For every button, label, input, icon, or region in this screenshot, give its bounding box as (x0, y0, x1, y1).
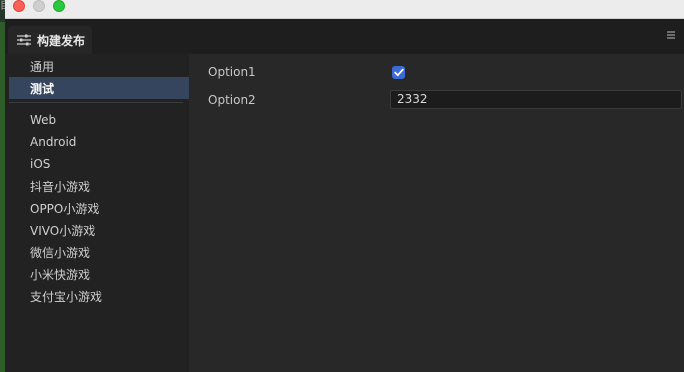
sidebar-item-label: 微信小游戏 (30, 245, 91, 260)
minimize-window-button[interactable] (33, 0, 45, 12)
zoom-window-button[interactable] (53, 0, 65, 12)
hamburger-menu-icon[interactable] (666, 30, 676, 40)
sidebar-item-general[interactable]: 通用 (9, 55, 189, 77)
sidebar-item-label: Web (30, 113, 57, 127)
build-window: 构建发布 通用 测试 Web Android iOS 抖音小游戏 OPPO小游戏… (5, 0, 684, 372)
sidebar-item-label: 通用 (30, 59, 55, 74)
sidebar-item-vivo[interactable]: VIVO小游戏 (9, 219, 189, 241)
sidebar-item-label: 支付宝小游戏 (30, 289, 103, 304)
sidebar-item-android[interactable]: Android (9, 131, 189, 153)
sidebar-item-label: iOS (30, 157, 51, 171)
sidebar-item-douyin[interactable]: 抖音小游戏 (9, 175, 189, 197)
close-window-button[interactable] (13, 0, 25, 12)
sidebar-item-web[interactable]: Web (9, 109, 189, 131)
sidebar-item-test[interactable]: 测试 (9, 77, 189, 99)
sidebar-divider (9, 102, 183, 103)
sidebar-item-label: Android (30, 135, 77, 149)
sidebar: 通用 测试 Web Android iOS 抖音小游戏 OPPO小游戏 VIVO… (5, 54, 189, 372)
panel-body: 通用 测试 Web Android iOS 抖音小游戏 OPPO小游戏 VIVO… (5, 54, 684, 372)
title-bar (5, 0, 684, 19)
sidebar-item-alipay[interactable]: 支付宝小游戏 (9, 285, 189, 307)
sidebar-item-xiaomi[interactable]: 小米快游戏 (9, 263, 189, 285)
sidebar-item-oppo[interactable]: OPPO小游戏 (9, 197, 189, 219)
option1-label: Option1 (208, 65, 256, 79)
sidebar-item-label: VIVO小游戏 (30, 223, 96, 238)
sidebar-item-label: 抖音小游戏 (30, 179, 91, 194)
checkmark-icon (393, 68, 404, 77)
sidebar-item-label: 测试 (30, 81, 55, 96)
panel-header: 构建发布 (5, 19, 684, 54)
option2-label: Option2 (208, 93, 256, 107)
sidebar-item-label: 小米快游戏 (30, 267, 91, 282)
sidebar-item-label: OPPO小游戏 (30, 201, 100, 216)
option1-checkbox[interactable] (392, 66, 405, 79)
sidebar-item-wechat[interactable]: 微信小游戏 (9, 241, 189, 263)
panel-tab[interactable]: 构建发布 (8, 26, 92, 54)
sliders-icon (17, 34, 31, 46)
option2-input[interactable]: 2332 (390, 90, 682, 109)
settings-content: Option1 Option2 2332 (189, 54, 684, 372)
sidebar-item-ios[interactable]: iOS (9, 153, 189, 175)
panel-title: 构建发布 (37, 33, 86, 48)
